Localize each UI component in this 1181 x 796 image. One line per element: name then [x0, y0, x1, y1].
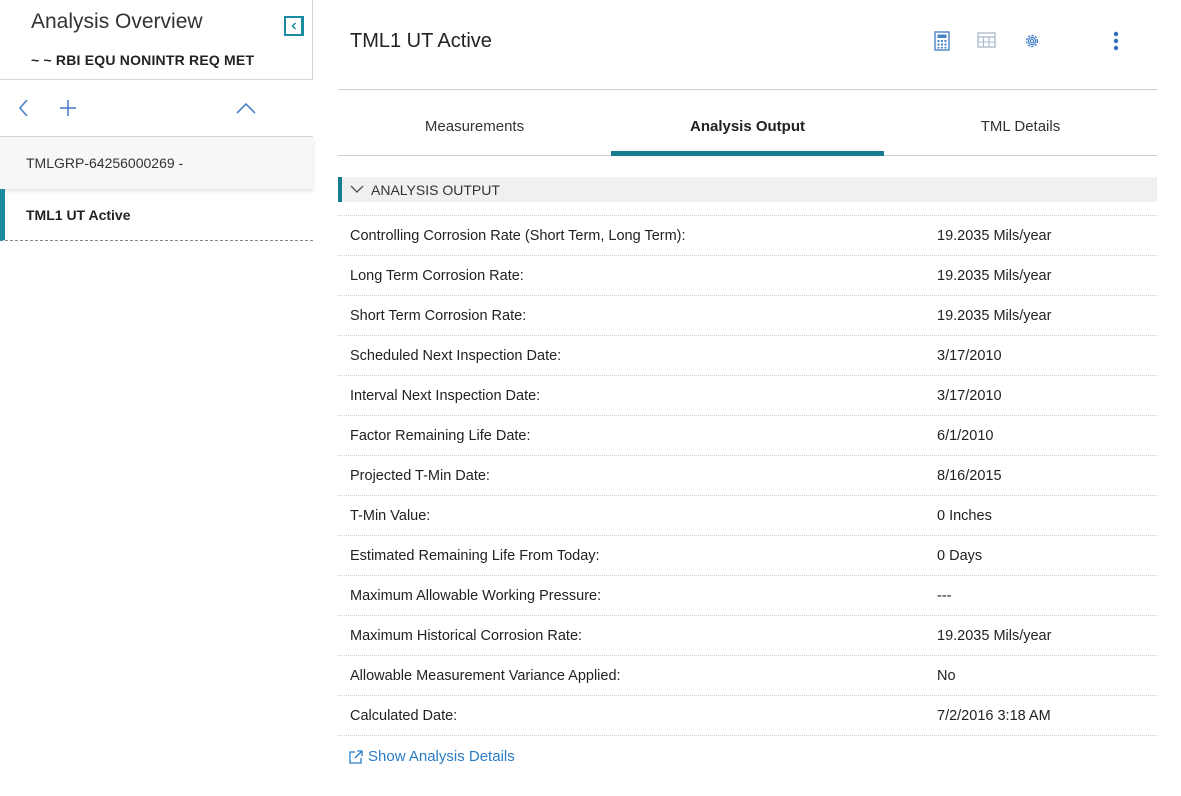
add-icon[interactable] [56, 96, 80, 120]
app-title: Analysis Overview [31, 10, 203, 33]
table-row: Long Term Corrosion Rate: 19.2035 Mils/ye… [338, 256, 1157, 296]
show-analysis-details-link[interactable]: Show Analysis Details [348, 748, 515, 765]
table-row: Projected T-Min Date: 8/16/2015 [338, 456, 1157, 496]
row-value: 19.2035 Mils/year [937, 267, 1052, 284]
more-vertical-icon[interactable] [1105, 30, 1127, 52]
row-value: No [937, 667, 956, 684]
row-label: Calculated Date: [350, 707, 458, 724]
calculator-icon[interactable] [931, 30, 953, 52]
table-row: Estimated Remaining Life From Today: 0 Da… [338, 536, 1157, 576]
table-row: Short Term Corrosion Rate: 19.2035 Mils/y… [338, 296, 1157, 336]
row-value: 6/1/2010 [937, 427, 994, 444]
row-value: 3/17/2010 [937, 347, 1002, 364]
sidebar-item-tml-group[interactable]: TMLGRP-64256000269 - [0, 137, 313, 189]
section-title: ANALYSIS OUTPUT [371, 181, 500, 198]
row-label: Short Term Corrosion Rate: [350, 307, 527, 324]
row-value: 19.2035 Mils/year [937, 227, 1052, 244]
table-row: Interval Next Inspection Date: 3/17/2010 [338, 376, 1157, 416]
back-icon[interactable] [12, 96, 36, 120]
grid-icon[interactable] [976, 30, 998, 52]
external-link-icon [349, 749, 363, 764]
tab-bar: Measurements Analysis Output TML Details [338, 97, 1157, 156]
table-row: Maximum Allowable Working Pressure: --- [338, 576, 1157, 616]
table-row: Controlling Corrosion Rate (Short Term, … [338, 216, 1157, 256]
table-row: Calculated Date: 7/2/2016 3:18 AM [338, 696, 1157, 736]
tab-analysis-output[interactable]: Analysis Output [611, 97, 884, 156]
tab-measurements[interactable]: Measurements [338, 97, 611, 155]
left-panel: Analysis Overview ~ ~ RBI EQU NONINTR RE… [0, 0, 313, 796]
row-label: T-Min Value: [350, 507, 431, 524]
row-label: Maximum Allowable Working Pressure: [350, 587, 602, 604]
table-row: Scheduled Next Inspection Date: 3/17/2010 [338, 336, 1157, 376]
section-header-analysis-output[interactable]: ANALYSIS OUTPUT [338, 177, 1157, 202]
gear-icon[interactable] [1021, 30, 1043, 52]
table-row: Maximum Historical Corrosion Rate: 19.203… [338, 616, 1157, 656]
header-divider [338, 89, 1157, 90]
record-title: TML1 UT Active [350, 30, 492, 52]
row-label: Interval Next Inspection Date: [350, 387, 541, 404]
row-value: 7/2/2016 3:18 AM [937, 707, 1051, 724]
row-value: 0 Inches [937, 507, 992, 524]
analysis-output-table: Controlling Corrosion Rate (Short Term, … [338, 215, 1157, 736]
row-value: 0 Days [937, 547, 983, 564]
row-value: 19.2035 Mils/year [937, 307, 1052, 324]
table-row: T-Min Value: 0 Inches [338, 496, 1157, 536]
row-label: Estimated Remaining Life From Today: [350, 547, 600, 564]
table-row: Allowable Measurement Variance Applied: N… [338, 656, 1157, 696]
chevron-down-icon [350, 185, 364, 193]
left-header: Analysis Overview ~ ~ RBI EQU NONINTR RE… [0, 0, 313, 80]
row-label: Maximum Historical Corrosion Rate: [350, 627, 583, 644]
tab-tml-details[interactable]: TML Details [884, 97, 1157, 155]
row-value: 19.2035 Mils/year [937, 627, 1052, 644]
sidebar-item-tml-active[interactable]: TML1 UT Active [0, 189, 313, 241]
row-label: Long Term Corrosion Rate: [350, 267, 524, 284]
collapse-panel-icon[interactable] [284, 16, 304, 36]
row-label: Factor Remaining Life Date: [350, 427, 531, 444]
row-value: 8/16/2015 [937, 467, 1002, 484]
chevron-up-icon[interactable] [234, 96, 258, 120]
row-value: --- [937, 587, 952, 604]
row-label: Scheduled Next Inspection Date: [350, 347, 562, 364]
row-value: 3/17/2010 [937, 387, 1002, 404]
table-row: Factor Remaining Life Date: 6/1/2010 [338, 416, 1157, 456]
asset-subtitle: ~ ~ RBI EQU NONINTR REQ MET [31, 52, 255, 68]
link-label: Show Analysis Details [368, 748, 515, 765]
row-label: Allowable Measurement Variance Applied: [350, 667, 621, 684]
row-label: Controlling Corrosion Rate (Short Term, … [350, 227, 686, 244]
row-label: Projected T-Min Date: [350, 467, 490, 484]
left-toolbar [0, 80, 313, 137]
